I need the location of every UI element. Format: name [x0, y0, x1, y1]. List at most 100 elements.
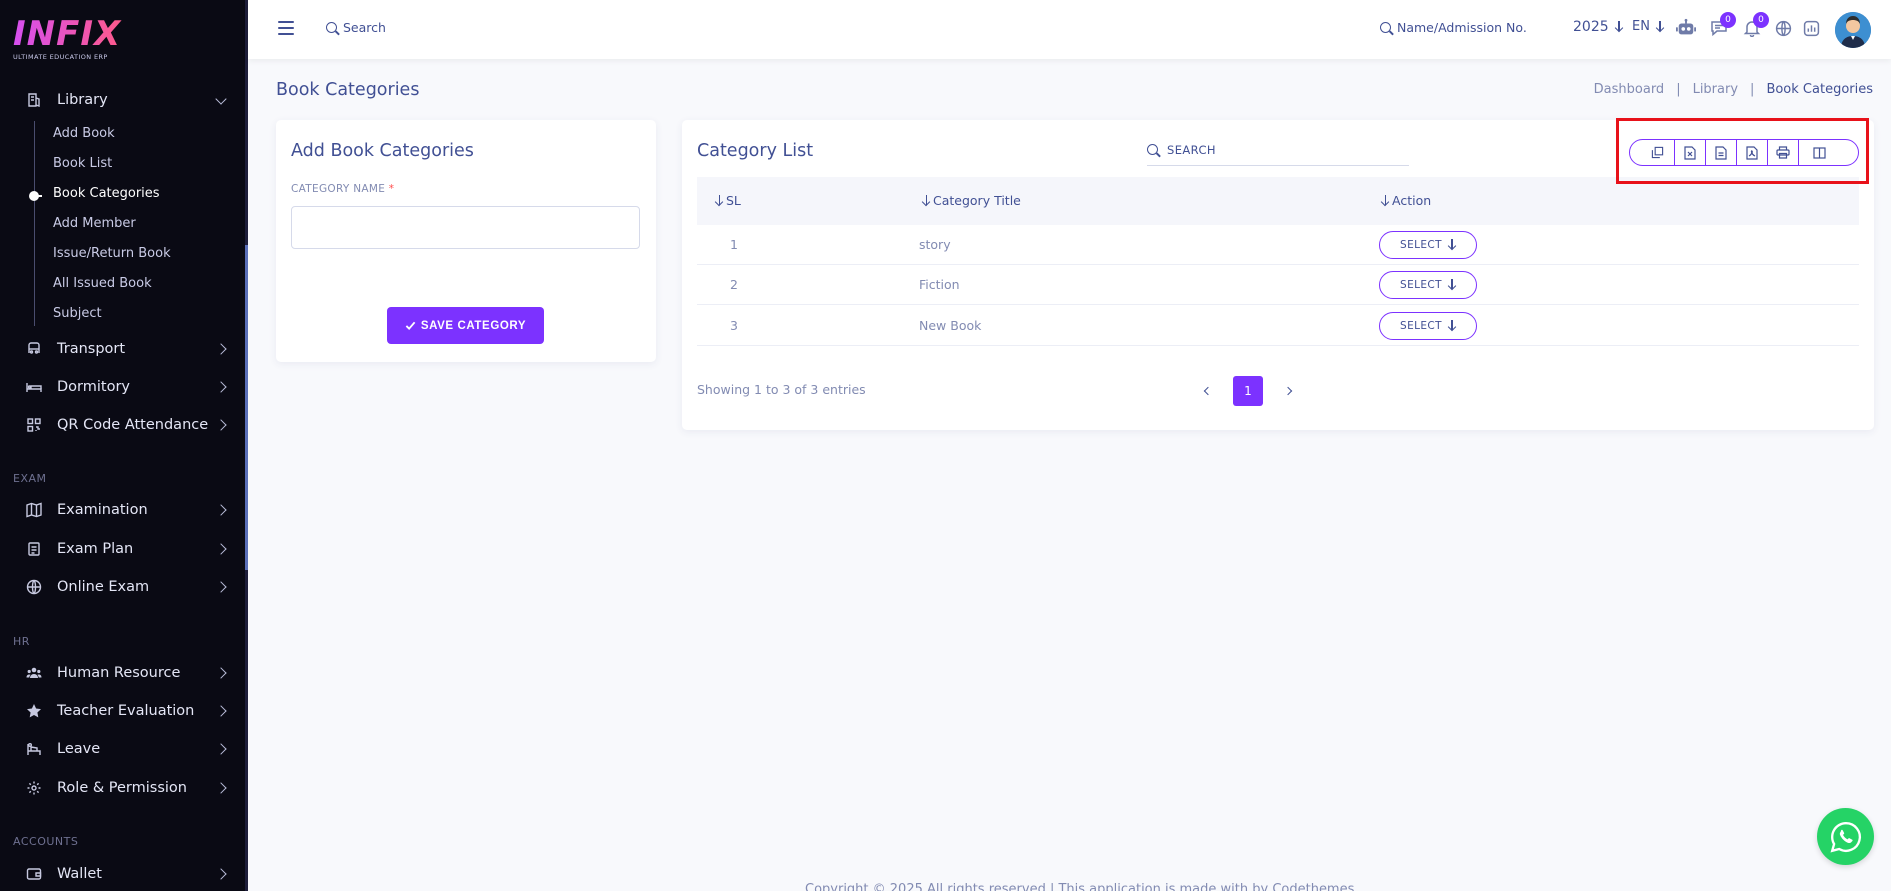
- category-name-input[interactable]: [291, 206, 640, 249]
- map-icon: [26, 502, 42, 518]
- menu-toggle-icon[interactable]: [278, 21, 294, 35]
- sidebar-item-dormitory[interactable]: Dormitory: [0, 373, 245, 401]
- chevron-right-icon: [215, 343, 227, 355]
- pagination-prev-icon[interactable]: [1201, 384, 1215, 398]
- column-header-action[interactable]: Action: [1381, 193, 1431, 208]
- whatsapp-icon: [1830, 821, 1861, 852]
- sidebar-item-human-resource[interactable]: Human Resource: [0, 659, 245, 687]
- shield-gear-icon: [26, 780, 42, 796]
- cell-sl: 2: [730, 277, 738, 292]
- select-action-button[interactable]: SELECT: [1379, 231, 1477, 259]
- sidebar-sub-item-all-issued-book[interactable]: All Issued Book: [53, 276, 152, 291]
- csv-button[interactable]: [1705, 140, 1736, 165]
- category-name-label: CATEGORY NAME *: [291, 183, 394, 195]
- sidebar-item-leave[interactable]: Leave: [0, 735, 245, 763]
- bell-icon[interactable]: 0: [1742, 12, 1769, 38]
- user-avatar[interactable]: [1835, 12, 1871, 48]
- book-icon: [26, 92, 42, 108]
- sidebar-item-label: Exam Plan: [57, 541, 134, 557]
- sidebar-item-label: Transport: [57, 341, 126, 357]
- sidebar-item-label: Human Resource: [57, 665, 181, 681]
- table-search-placeholder: SEARCH: [1167, 142, 1216, 157]
- app-logo[interactable]: INFIX ULTIMATE EDUCATION ERP: [13, 16, 123, 64]
- sidebar-item-role-permission[interactable]: Role & Permission: [0, 774, 245, 802]
- chevron-right-icon: [215, 705, 227, 717]
- breadcrumb: Dashboard | Library | Book Categories: [1594, 82, 1873, 97]
- columns-icon: [1813, 146, 1826, 159]
- star-icon: [26, 703, 42, 719]
- add-category-card: Add Book Categories CATEGORY NAME * SAVE…: [276, 120, 656, 362]
- chevron-right-icon: [215, 381, 227, 393]
- select-label: SELECT: [1400, 239, 1442, 251]
- print-button[interactable]: [1767, 140, 1798, 165]
- language-select[interactable]: EN: [1632, 19, 1664, 34]
- robot-icon[interactable]: [1676, 18, 1696, 38]
- search-icon: [1147, 144, 1158, 155]
- excel-button[interactable]: [1674, 140, 1705, 165]
- cell-sl: 3: [730, 318, 738, 333]
- column-visibility-button[interactable]: [1798, 140, 1850, 165]
- sidebar-sub-item-add-member[interactable]: Add Member: [53, 216, 136, 231]
- chevron-right-icon: [215, 868, 227, 880]
- sidebar-scrollbar[interactable]: [245, 245, 248, 570]
- student-search[interactable]: Name/Admission No.: [1380, 20, 1527, 35]
- sidebar-sub-item-book-categories[interactable]: Book Categories: [53, 186, 160, 201]
- sidebar-item-label: Leave: [57, 741, 101, 757]
- sidebar-item-transport[interactable]: Transport: [0, 335, 245, 363]
- cell-category-title: Fiction: [919, 277, 960, 292]
- column-header-category-title[interactable]: Category Title: [922, 193, 1021, 208]
- category-name-label-text: CATEGORY NAME: [291, 183, 386, 195]
- breadcrumb-library[interactable]: Library: [1693, 82, 1738, 97]
- table-row: 2 Fiction SELECT: [697, 265, 1859, 305]
- whatsapp-button[interactable]: [1817, 808, 1874, 865]
- menu-search-label: Search: [343, 20, 386, 35]
- required-mark: *: [388, 183, 395, 195]
- breadcrumb-separator: |: [1676, 82, 1681, 97]
- column-header-sl[interactable]: SL: [715, 193, 741, 208]
- sidebar-sub-item-issue-return-book[interactable]: Issue/Return Book: [53, 246, 171, 261]
- sidebar-item-exam-plan[interactable]: Exam Plan: [0, 535, 245, 563]
- sidebar-item-library[interactable]: Library: [0, 86, 245, 114]
- sidebar-item-teacher-evaluation[interactable]: Teacher Evaluation: [0, 697, 245, 725]
- globe-icon[interactable]: [1773, 18, 1793, 38]
- search-icon: [1380, 22, 1391, 33]
- sidebar-sub-item-subject[interactable]: Subject: [53, 306, 102, 321]
- sidebar-item-examination[interactable]: Examination: [0, 496, 245, 524]
- sidebar-item-qr-code-attendance[interactable]: QR Code Attendance: [0, 411, 245, 439]
- chat-icon[interactable]: 0: [1709, 12, 1736, 38]
- sidebar-sub-item-book-list[interactable]: Book List: [53, 156, 112, 171]
- save-category-label: SAVE CATEGORY: [420, 319, 527, 332]
- select-action-button[interactable]: SELECT: [1379, 312, 1477, 340]
- table-search-input[interactable]: SEARCH: [1147, 134, 1409, 166]
- language-value: EN: [1632, 19, 1650, 34]
- sidebar-item-label: Examination: [57, 502, 148, 518]
- cell-sl: 1: [730, 237, 738, 252]
- table-row: 3 New Book SELECT: [697, 306, 1859, 346]
- copy-button[interactable]: [1630, 140, 1674, 165]
- submenu-line: [34, 121, 35, 326]
- pagination-page[interactable]: 1: [1233, 376, 1263, 406]
- select-label: SELECT: [1400, 320, 1442, 332]
- pdf-button[interactable]: [1736, 140, 1767, 165]
- sidebar-item-online-exam[interactable]: Online Exam: [0, 573, 245, 601]
- arrow-down-icon: [1448, 320, 1456, 332]
- academic-year-select[interactable]: 2025: [1573, 19, 1623, 35]
- section-label-accounts: ACCOUNTS: [13, 835, 79, 848]
- sort-arrow-icon: [922, 194, 930, 207]
- sidebar-item-label: Online Exam: [57, 579, 150, 595]
- pagination-next-icon[interactable]: [1281, 384, 1295, 398]
- cell-category-title: New Book: [919, 318, 982, 333]
- sidebar-item-label: Library: [57, 92, 108, 108]
- sidebar-item-wallet[interactable]: Wallet: [0, 860, 245, 888]
- save-category-button[interactable]: SAVE CATEGORY: [387, 307, 544, 344]
- menu-search[interactable]: Search: [326, 20, 386, 35]
- sidebar-sub-item-add-book[interactable]: Add Book: [53, 126, 115, 141]
- bed-icon: [26, 379, 42, 395]
- select-action-button[interactable]: SELECT: [1379, 271, 1477, 299]
- add-category-title: Add Book Categories: [291, 141, 474, 161]
- export-button-group: [1629, 139, 1859, 166]
- qr-code-icon: [26, 417, 42, 433]
- analytics-icon[interactable]: [1801, 18, 1821, 38]
- sidebar: INFIX ULTIMATE EDUCATION ERP Library Add…: [0, 0, 248, 891]
- breadcrumb-dashboard[interactable]: Dashboard: [1594, 82, 1665, 97]
